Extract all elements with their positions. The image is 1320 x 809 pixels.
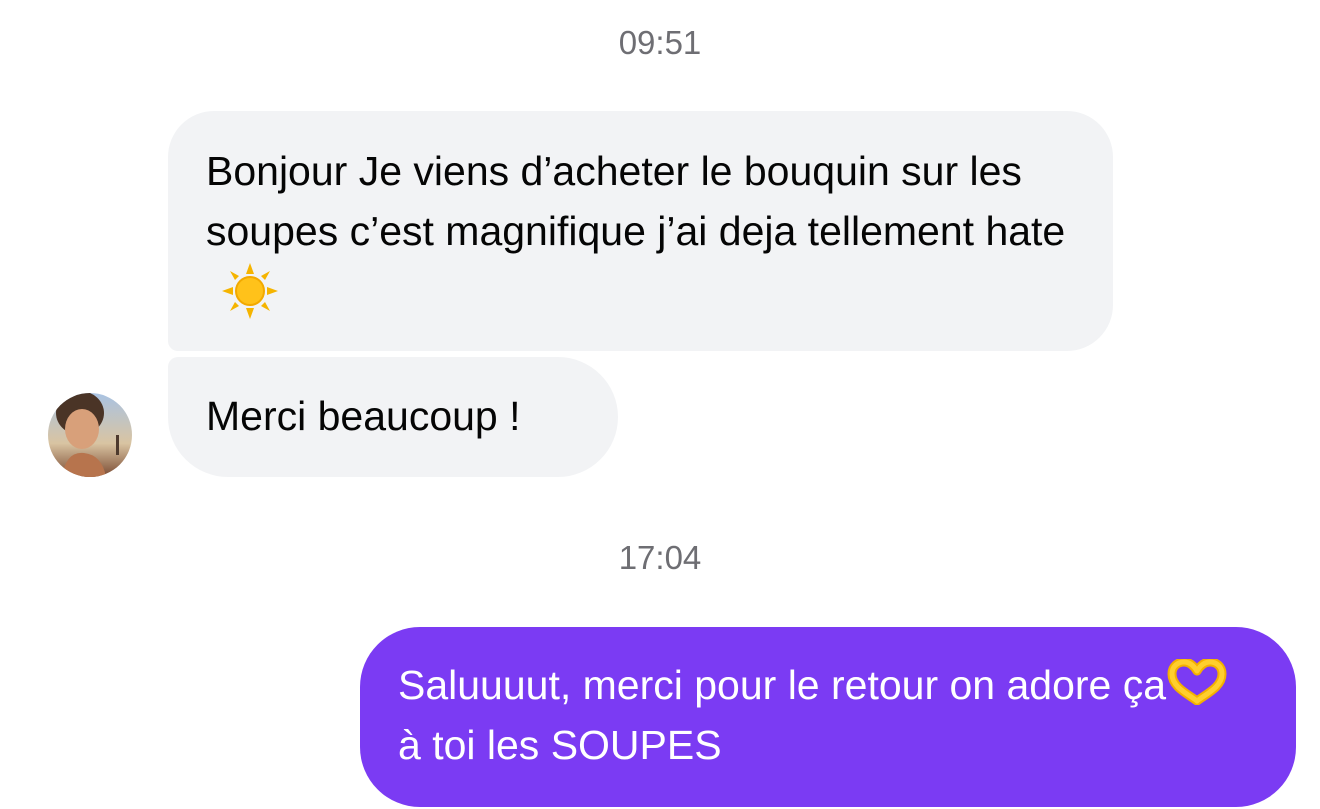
- timestamp: 17:04: [618, 539, 702, 576]
- incoming-message-bubble[interactable]: Bonjour Je viens d’acheter le bouquin su…: [168, 111, 1113, 351]
- message-text: Bonjour Je viens d’acheter le bouquin su…: [206, 148, 1066, 254]
- message-text: Merci beaucoup !: [206, 393, 521, 439]
- sun-icon: [220, 261, 280, 321]
- heart-hands-icon: [1166, 657, 1228, 706]
- outgoing-message-bubble[interactable]: Saluuuut, merci pour le retour on adore …: [360, 627, 1296, 807]
- timestamp: 09:51: [618, 24, 702, 61]
- message-text: Saluuuut, merci pour le retour on adore …: [398, 662, 1167, 708]
- avatar[interactable]: [48, 393, 132, 477]
- incoming-message-bubble[interactable]: Merci beaucoup !: [168, 357, 618, 477]
- message-text: à toi les SOUPES: [398, 722, 722, 768]
